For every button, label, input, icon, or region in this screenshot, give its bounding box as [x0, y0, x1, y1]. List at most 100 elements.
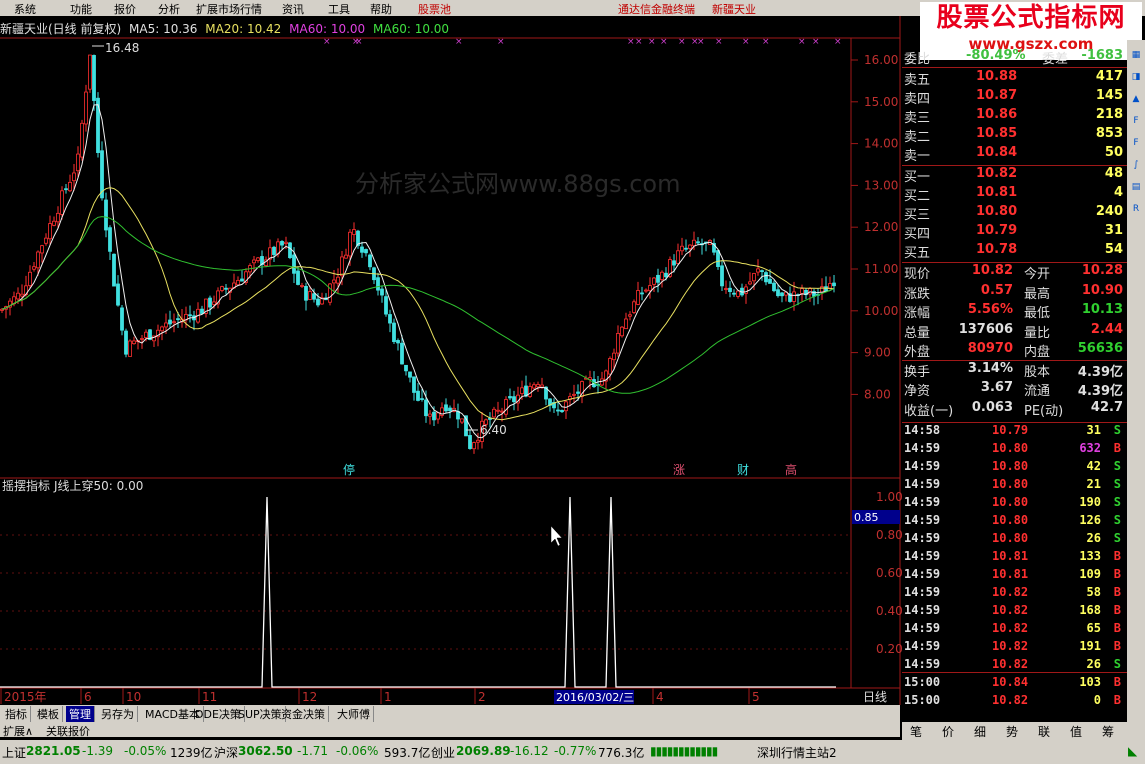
- tick-side: S: [1113, 531, 1121, 545]
- quote-tab-4[interactable]: 联: [1038, 723, 1050, 740]
- stat-value-1: 10.82: [971, 263, 1013, 278]
- fi-icon[interactable]: F: [1129, 114, 1143, 128]
- bid-row-4[interactable]: 买五 10.78 54: [902, 242, 1127, 261]
- stat-value-1: 80970: [967, 341, 1013, 356]
- tick-time: 15:00: [904, 675, 941, 689]
- tick-price: 10.82: [992, 693, 1029, 707]
- ting-marker: 停: [343, 462, 355, 477]
- ask-label: 卖五: [904, 73, 931, 88]
- tick-price: 10.80: [992, 531, 1029, 545]
- ask-row-2[interactable]: 卖三 10.86 218: [902, 107, 1127, 126]
- tick-price: 10.80: [992, 495, 1029, 509]
- orderbook-header[interactable]: 委比 -80.49% 委差 -1683: [902, 48, 1127, 67]
- indicator-tab-7[interactable]: 资金决策: [278, 706, 329, 722]
- svg-text:×: ×: [497, 37, 505, 47]
- bid-row-2[interactable]: 买三 10.80 240: [902, 204, 1127, 223]
- fx-icon[interactable]: ∫: [1129, 158, 1143, 172]
- indicator-tab-0[interactable]: 指标: [2, 706, 31, 722]
- tick-row[interactable]: 15:00 10.82 0 B: [902, 693, 1127, 711]
- tick-row[interactable]: 14:59 10.80 190 S: [902, 495, 1127, 513]
- tick-volume: 26: [1086, 657, 1101, 671]
- f10-icon[interactable]: F: [1129, 136, 1143, 150]
- tick-row[interactable]: 14:59 10.80 21 S: [902, 477, 1127, 495]
- stat-row-1[interactable]: 涨跌 0.57 最高 10.90: [902, 283, 1127, 302]
- quote-tab-2[interactable]: 细: [974, 723, 986, 740]
- tick-row[interactable]: 14:59 10.81 109 B: [902, 567, 1127, 585]
- center-watermark: 分析家公式网www.88gs.com: [355, 170, 680, 198]
- tick-row[interactable]: 14:59 10.82 26 S: [902, 657, 1127, 675]
- kline-chart[interactable]: 16.0015.0014.0013.0012.0011.0010.009.008…: [0, 0, 902, 705]
- tick-price: 10.82: [992, 585, 1029, 599]
- bid-row-1[interactable]: 买二 10.81 4: [902, 185, 1127, 204]
- stat-row-0[interactable]: 现价 10.82 今开 10.28: [902, 263, 1127, 282]
- ask-row-1[interactable]: 卖四 10.87 145: [902, 88, 1127, 107]
- quote-tab-6[interactable]: 筹: [1102, 723, 1114, 740]
- tick-row[interactable]: 14:59 10.81 133 B: [902, 549, 1127, 567]
- server-name[interactable]: 深圳行情主站2: [757, 744, 837, 761]
- tick-row[interactable]: 15:00 10.84 103 B: [902, 675, 1127, 693]
- stat-row-5[interactable]: 换手 3.14% 股本 4.39亿: [902, 361, 1127, 380]
- sh-index-amount: 1239亿: [170, 746, 213, 760]
- ask-row-3[interactable]: 卖二 10.85 853: [902, 126, 1127, 145]
- period-label[interactable]: 日线: [863, 690, 887, 704]
- stat-row-3[interactable]: 总量 137606 量比 2.44: [902, 322, 1127, 341]
- tick-row[interactable]: 14:59 10.82 168 B: [902, 603, 1127, 621]
- related-quote-tab[interactable]: 关联报价: [46, 723, 90, 739]
- sz-index-change: -1.71: [297, 744, 329, 758]
- sz-index-name: 沪深: [214, 746, 239, 760]
- bid-row-3[interactable]: 买四 10.79 31: [902, 223, 1127, 242]
- indicator-tab-3[interactable]: 另存为: [98, 706, 138, 722]
- tick-row[interactable]: 14:59 10.80 632 B: [902, 441, 1127, 459]
- quote-tab-5[interactable]: 值: [1070, 723, 1082, 740]
- tick-row[interactable]: 14:59 10.82 65 B: [902, 621, 1127, 639]
- tick-row[interactable]: 14:59 10.82 191 B: [902, 639, 1127, 657]
- stat-label-2: 今开: [1024, 267, 1051, 282]
- tick-row[interactable]: 14:59 10.82 58 B: [902, 585, 1127, 603]
- pr-icon[interactable]: ▤: [1129, 180, 1143, 194]
- tick-price: 10.80: [992, 513, 1029, 527]
- indicator-tabs: 指标 模板 管理 另存为 MACD基本 DDE决策 SUP决策 资金决策 大师傅: [0, 705, 900, 722]
- stat-label-1: 涨幅: [904, 306, 931, 321]
- quote-tab-3[interactable]: 势: [1006, 723, 1018, 740]
- ask-volume: 853: [1095, 126, 1123, 141]
- expand-tab[interactable]: 扩展∧: [3, 723, 33, 739]
- quote-tab-0[interactable]: 笔: [910, 723, 922, 740]
- date-tick-1: 6: [84, 690, 92, 704]
- cy-index-name: 创业: [431, 746, 456, 760]
- tick-row[interactable]: 14:59 10.80 26 S: [902, 531, 1127, 549]
- stat-row-4[interactable]: 外盘 80970 内盘 56636: [902, 341, 1127, 360]
- indicator-tab-8[interactable]: 大师傅: [334, 706, 374, 722]
- bid-row-0[interactable]: 买一 10.82 48: [902, 166, 1127, 185]
- stat-value-2: 10.28: [1081, 263, 1123, 278]
- sh-index-name: 上证: [2, 746, 27, 760]
- quote-tab-1[interactable]: 价: [942, 723, 954, 740]
- tick-row[interactable]: 14:59 10.80 126 S: [902, 513, 1127, 531]
- stat-row-6[interactable]: 净资 3.67 流通 4.39亿: [902, 380, 1127, 399]
- tick-price: 10.82: [992, 639, 1029, 653]
- rsi-icon[interactable]: R: [1129, 202, 1143, 216]
- svg-text:×: ×: [355, 37, 363, 47]
- up-icon[interactable]: ▲: [1129, 92, 1143, 106]
- sz-index-pct: -0.06%: [336, 744, 379, 758]
- stat-label-2: 流通: [1024, 384, 1051, 399]
- ask-row-0[interactable]: 卖五 10.88 417: [902, 69, 1127, 88]
- stat-row-2[interactable]: 涨幅 5.56% 最低 10.13: [902, 302, 1127, 321]
- tick-row[interactable]: 14:59 10.80 42 S: [902, 459, 1127, 477]
- rt-icon[interactable]: ▦: [1129, 48, 1143, 62]
- stat-row-7[interactable]: 收益(一) 0.063 PE(动) 42.7: [902, 400, 1127, 419]
- tick-row[interactable]: 14:58 10.79 31 S: [902, 423, 1127, 441]
- indicator-tab-1[interactable]: 模板: [34, 706, 63, 722]
- bid-label: 买三: [904, 208, 931, 223]
- ask-row-4[interactable]: 卖一 10.84 50: [902, 145, 1127, 164]
- stat-label-2: 内盘: [1024, 345, 1051, 360]
- svg-text:×: ×: [812, 37, 820, 47]
- sz-index-amount: 593.7亿: [384, 746, 431, 760]
- price-tick-5: 11.00: [864, 262, 898, 276]
- ask-volume: 50: [1104, 145, 1123, 160]
- tick-volume: 191: [1079, 639, 1101, 653]
- indicator-tab-2[interactable]: 管理: [66, 706, 95, 722]
- bid-label: 买一: [904, 170, 931, 185]
- cursor-date: 2016/03/02/三: [556, 691, 634, 704]
- chart-icon[interactable]: ◨: [1129, 70, 1143, 84]
- ask-price: 10.88: [976, 69, 1018, 84]
